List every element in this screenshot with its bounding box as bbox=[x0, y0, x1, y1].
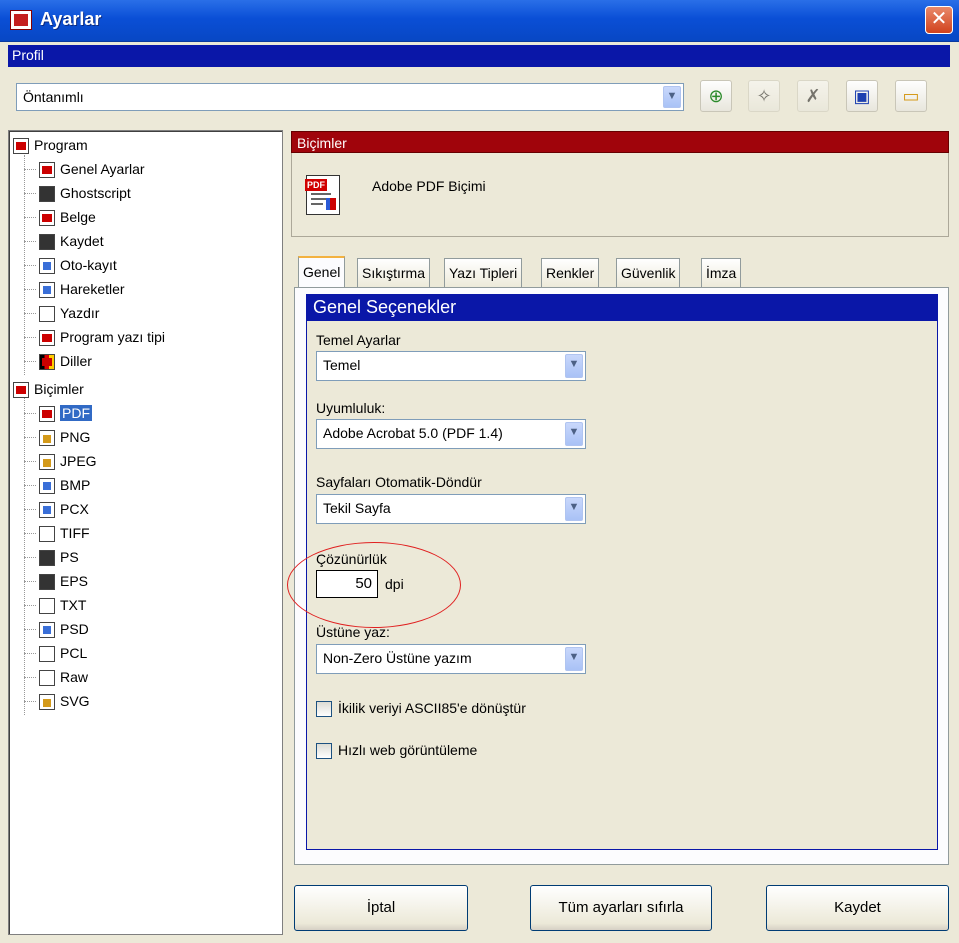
txt-file-icon bbox=[39, 598, 55, 615]
formats-icon bbox=[13, 382, 29, 399]
fast-web-label: Hızlı web görüntüleme bbox=[338, 742, 478, 758]
pcx-file-icon bbox=[39, 502, 55, 519]
printer-icon bbox=[39, 306, 55, 323]
tree-item-bmp[interactable]: BMP bbox=[39, 477, 90, 497]
tree-item-diller[interactable]: Diller bbox=[39, 353, 92, 373]
basic-settings-label: Temel Ayarlar bbox=[316, 332, 401, 348]
tree-item-ps[interactable]: PS bbox=[39, 549, 79, 569]
floppy-disk-icon: ▣ bbox=[853, 86, 871, 106]
program-icon bbox=[13, 138, 29, 155]
tree-node-bicimler[interactable]: Biçimler bbox=[13, 381, 84, 401]
title-bar: Ayarlar ✕ bbox=[0, 0, 959, 42]
close-button[interactable]: ✕ bbox=[925, 6, 953, 34]
tree-item-ghostscript[interactable]: Ghostscript bbox=[39, 185, 131, 205]
actions-icon bbox=[39, 282, 55, 299]
tree-item-jpeg[interactable]: JPEG bbox=[39, 453, 97, 473]
tree-item-hareketler[interactable]: Hareketler bbox=[39, 281, 125, 301]
section-header: Biçimler bbox=[291, 131, 949, 153]
tree-item-program-yazi-tipi[interactable]: Program yazı tipi bbox=[39, 329, 165, 349]
auto-rotate-select[interactable]: Tekil Sayfa ▼ bbox=[316, 494, 586, 524]
ghostscript-icon bbox=[39, 186, 55, 203]
jpeg-file-icon bbox=[39, 454, 55, 471]
delete-profile-button[interactable]: ✗ bbox=[797, 80, 829, 112]
tree-item-belge[interactable]: Belge bbox=[39, 209, 96, 229]
overprint-label: Üstüne yaz: bbox=[316, 624, 390, 640]
tree-item-tiff[interactable]: TIFF bbox=[39, 525, 90, 545]
psd-file-icon bbox=[39, 622, 55, 639]
folder-icon: ▭ bbox=[902, 86, 920, 106]
compatibility-label: Uyumluluk: bbox=[316, 400, 386, 416]
ps-file-icon bbox=[39, 550, 55, 567]
compatibility-select[interactable]: Adobe Acrobat 5.0 (PDF 1.4) ▼ bbox=[316, 419, 586, 449]
bmp-file-icon bbox=[39, 478, 55, 495]
chevron-down-icon[interactable]: ▼ bbox=[565, 497, 583, 521]
tree-item-pcl[interactable]: PCL bbox=[39, 645, 87, 665]
language-flag-icon bbox=[39, 354, 55, 371]
save-profile-button[interactable]: ▣ bbox=[846, 80, 878, 112]
add-profile-button[interactable]: ⊕ bbox=[700, 80, 732, 112]
tree-item-txt[interactable]: TXT bbox=[39, 597, 86, 617]
tree-item-raw[interactable]: Raw bbox=[39, 669, 88, 689]
tab-imza[interactable]: İmza bbox=[701, 258, 742, 288]
profile-select-value: Öntanımlı bbox=[23, 89, 84, 105]
group-title: Genel Seçenekler bbox=[307, 295, 937, 321]
tree-item-genel-ayarlar[interactable]: Genel Ayarlar bbox=[39, 161, 145, 181]
profile-header: Profil bbox=[8, 45, 950, 67]
floppy-disk-icon bbox=[39, 234, 55, 251]
delete-profile-icon: ✗ bbox=[805, 86, 821, 106]
rename-profile-icon: ✧ bbox=[756, 86, 772, 106]
highlight-ellipse bbox=[287, 542, 461, 628]
auto-save-icon bbox=[39, 258, 55, 275]
tree-item-psd[interactable]: PSD bbox=[39, 621, 89, 641]
tree-item-yazdir[interactable]: Yazdır bbox=[39, 305, 99, 325]
raw-file-icon bbox=[39, 670, 55, 687]
pdf-file-icon bbox=[39, 406, 55, 423]
window-title: Ayarlar bbox=[40, 9, 102, 29]
tree-item-pcx[interactable]: PCX bbox=[39, 501, 89, 521]
basic-settings-select[interactable]: Temel ▼ bbox=[316, 351, 586, 381]
tree-item-kaydet[interactable]: Kaydet bbox=[39, 233, 104, 253]
auto-rotate-label: Sayfaları Otomatik-Döndür bbox=[316, 474, 482, 490]
chevron-down-icon[interactable]: ▼ bbox=[565, 354, 583, 378]
font-icon bbox=[39, 330, 55, 347]
format-name: Adobe PDF Biçimi bbox=[372, 178, 486, 194]
cancel-button[interactable]: İptal bbox=[294, 885, 468, 931]
tiff-file-icon bbox=[39, 526, 55, 543]
save-button[interactable]: Kaydet bbox=[766, 885, 949, 931]
reset-all-button[interactable]: Tüm ayarları sıfırla bbox=[530, 885, 712, 931]
open-profile-button[interactable]: ▭ bbox=[895, 80, 927, 112]
rename-profile-button[interactable]: ✧ bbox=[748, 80, 780, 112]
chevron-down-icon[interactable]: ▼ bbox=[565, 422, 583, 446]
svg-file-icon bbox=[39, 694, 55, 711]
tab-renkler[interactable]: Renkler bbox=[541, 258, 600, 288]
pdf-document-icon: PDF bbox=[305, 175, 340, 215]
tree-item-eps[interactable]: EPS bbox=[39, 573, 88, 593]
app-icon bbox=[10, 10, 32, 30]
tree-item-png[interactable]: PNG bbox=[39, 429, 90, 449]
tree-item-oto-kayit[interactable]: Oto-kayıt bbox=[39, 257, 117, 277]
png-file-icon bbox=[39, 430, 55, 447]
tab-guvenlik[interactable]: Güvenlik bbox=[616, 258, 681, 288]
pcl-file-icon bbox=[39, 646, 55, 663]
settings-tree[interactable]: Program Genel Ayarlar Ghostscript Belge … bbox=[8, 130, 283, 935]
profile-select[interactable]: Öntanımlı ▼ bbox=[16, 83, 684, 111]
tab-sikistirma[interactable]: Sıkıştırma bbox=[357, 258, 431, 288]
document-icon bbox=[39, 210, 55, 227]
tab-yazi-tipleri[interactable]: Yazı Tipleri bbox=[444, 258, 523, 288]
chevron-down-icon[interactable]: ▼ bbox=[663, 86, 681, 108]
fast-web-checkbox[interactable] bbox=[316, 743, 332, 759]
tree-item-svg[interactable]: SVG bbox=[39, 693, 90, 713]
eps-file-icon bbox=[39, 574, 55, 591]
ascii85-checkbox[interactable] bbox=[316, 701, 332, 717]
tab-genel[interactable]: Genel bbox=[298, 256, 346, 288]
settings-icon bbox=[39, 162, 55, 179]
tree-item-pdf[interactable]: PDF bbox=[39, 405, 92, 425]
tree-node-program[interactable]: Program bbox=[13, 137, 88, 157]
ascii85-label: İkilik veriyi ASCII85'e dönüştür bbox=[338, 700, 526, 716]
overprint-select[interactable]: Non-Zero Üstüne yazım ▼ bbox=[316, 644, 586, 674]
chevron-down-icon[interactable]: ▼ bbox=[565, 647, 583, 671]
format-info: PDF Adobe PDF Biçimi bbox=[291, 153, 949, 237]
add-profile-icon: ⊕ bbox=[708, 86, 724, 106]
